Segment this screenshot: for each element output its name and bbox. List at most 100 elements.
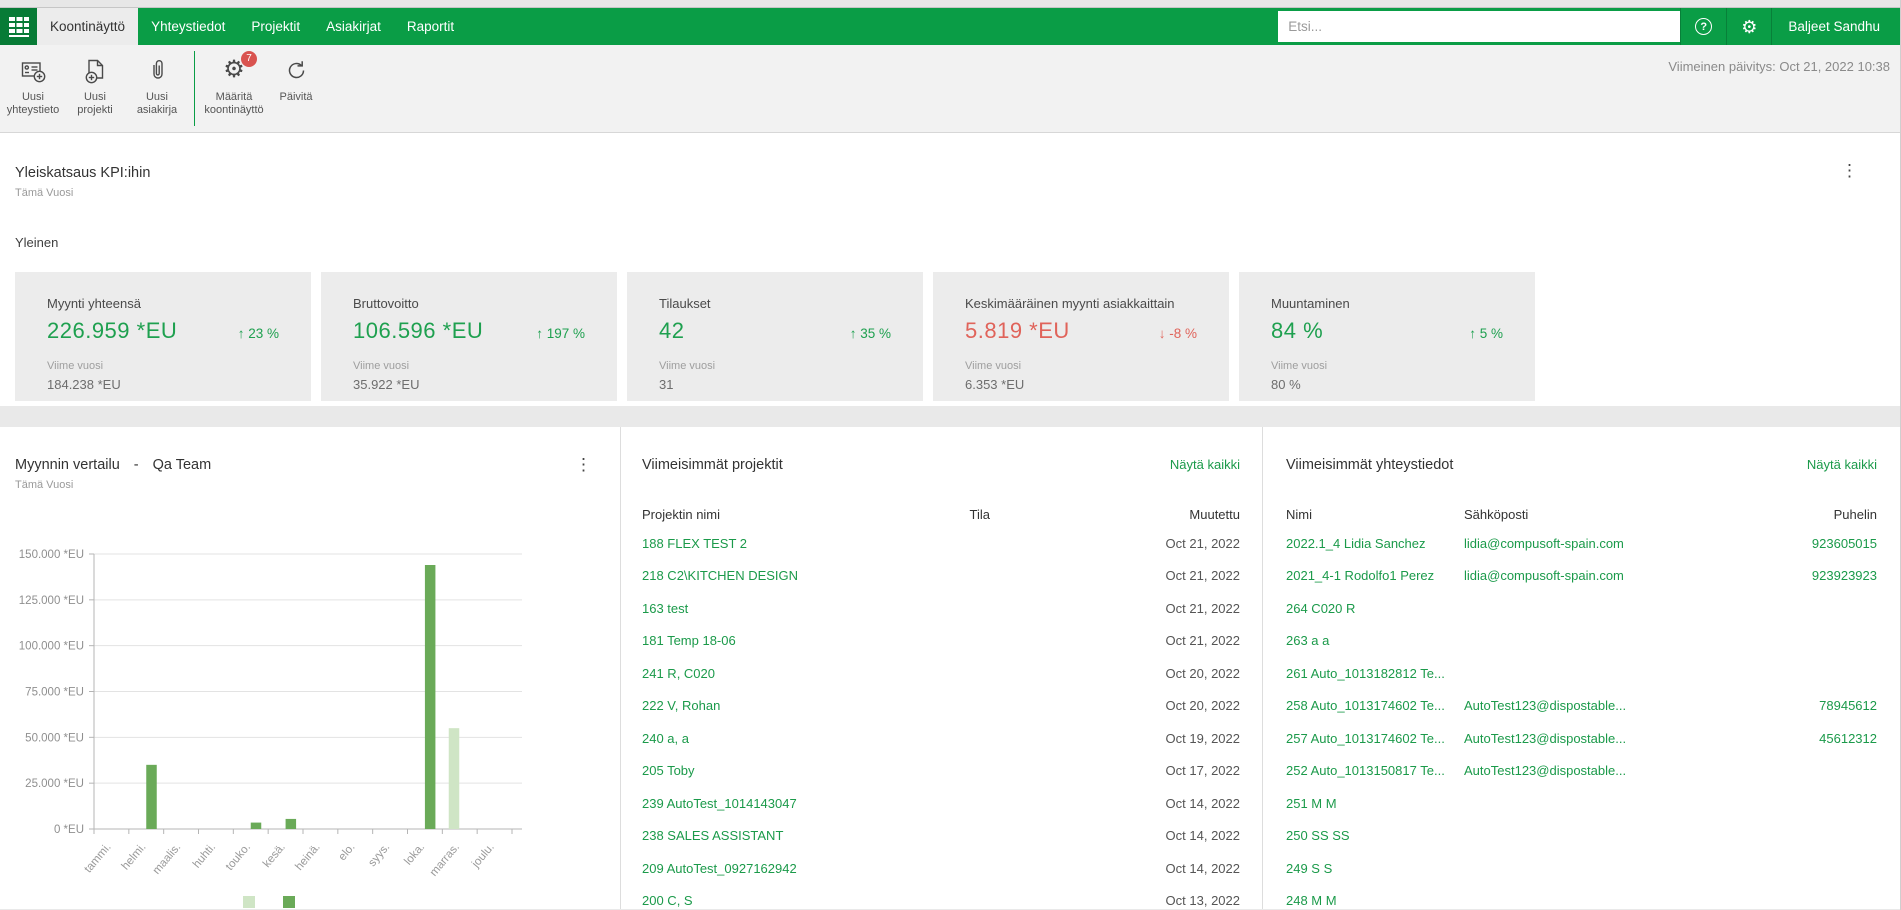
project-name-link[interactable]: 240 a, a xyxy=(642,731,830,746)
project-name-link[interactable]: 200 C, S xyxy=(642,893,830,908)
project-name-link[interactable]: 209 AutoTest_0927162942 xyxy=(642,861,830,876)
contact-name-link[interactable]: 264 C020 R xyxy=(1286,601,1456,616)
chart-bar[interactable] xyxy=(250,822,262,829)
sales-comparison-chart[interactable]: 0 *EU 25.000 *EU 50.000 *EU 75.000 *EU 100.0… xyxy=(15,542,605,910)
kpi-panel-title: Yleiskatsaus KPI:ihin xyxy=(15,165,151,181)
kpi-card-label: Tilaukset xyxy=(659,296,711,311)
chart-bar[interactable] xyxy=(424,565,436,829)
nav-tab[interactable]: Projektit xyxy=(238,8,313,45)
contact-name-link[interactable]: 261 Auto_1013182812 Te... xyxy=(1286,666,1456,681)
settings-button[interactable]: ⚙ xyxy=(1727,8,1771,45)
chart-bar[interactable] xyxy=(285,818,297,829)
x-tick-label: elo. xyxy=(336,841,357,863)
nav-tab[interactable]: Koontinäyttö xyxy=(37,8,139,45)
project-name-link[interactable]: 222 V, Rohan xyxy=(642,698,830,713)
x-tick-label: kesä. xyxy=(261,841,288,870)
contact-row: 264 C020 R xyxy=(1286,592,1877,625)
contact-name-link[interactable]: 263 a a xyxy=(1286,633,1456,648)
contact-phone[interactable]: 78945612 xyxy=(1757,698,1877,713)
nav-tab[interactable]: Yhteystiedot xyxy=(138,8,238,45)
contact-name-link[interactable]: 249 S S xyxy=(1286,861,1456,876)
project-name-link[interactable]: 205 Toby xyxy=(642,763,830,778)
help-button[interactable]: ? xyxy=(1681,8,1726,45)
x-tick-label: syys. xyxy=(366,841,392,869)
chart-bar[interactable] xyxy=(146,764,157,829)
project-name-link[interactable]: 181 Temp 18-06 xyxy=(642,633,830,648)
kpi-card-value: 84 % xyxy=(1271,318,1324,343)
project-modified-date: Oct 20, 2022 xyxy=(1165,698,1240,714)
new-contact-button[interactable]: Uusi yhteystieto xyxy=(2,45,64,132)
contact-name-link[interactable]: 2021_4-1 Rodolfo1 Perez xyxy=(1286,568,1456,583)
project-modified-date: Oct 13, 2022 xyxy=(1165,893,1240,909)
tool-label: Uusi yhteystieto xyxy=(6,91,60,116)
contact-email-link[interactable]: AutoTest123@dispostable... xyxy=(1456,731,1757,746)
nav-tab[interactable]: Raportit xyxy=(394,8,467,45)
contact-email-link[interactable]: AutoTest123@dispostable... xyxy=(1456,763,1757,778)
contacts-rows: 2022.1_4 Lidia Sanchez lidia@compusoft-s… xyxy=(1286,527,1877,910)
user-menu[interactable]: Baljeet Sandhu xyxy=(1772,19,1892,34)
contact-row: 251 M M xyxy=(1286,787,1877,820)
project-name-link[interactable]: 163 test xyxy=(642,601,830,616)
chart-menu-button[interactable]: ⋮ xyxy=(569,456,598,473)
contact-name-link[interactable]: 248 M M xyxy=(1286,893,1456,908)
x-tick-label: joulu. xyxy=(469,841,497,871)
contact-name-link[interactable]: 258 Auto_1013174602 Te... xyxy=(1286,698,1456,713)
projects-view-all-link[interactable]: Näytä kaikki xyxy=(1170,457,1240,472)
kpi-card: Bruttovoitto 106.596 *EU ↑ 197 % Viime v… xyxy=(321,272,617,401)
legend-swatch[interactable] xyxy=(283,896,295,908)
refresh-button[interactable]: Päivitä xyxy=(265,45,327,132)
trend-arrow-icon: ↑ xyxy=(536,326,543,341)
project-modified-date: Oct 21, 2022 xyxy=(1165,600,1240,616)
contact-phone[interactable]: 45612312 xyxy=(1757,731,1877,746)
project-row: 200 C, S Oct 13, 2022 xyxy=(642,885,1240,910)
project-name-link[interactable]: 238 SALES ASSISTANT xyxy=(642,828,830,843)
legend-swatch[interactable] xyxy=(243,896,255,908)
x-tick-label: marras. xyxy=(428,841,462,879)
contact-email-link[interactable]: lidia@compusoft-spain.com xyxy=(1456,568,1757,583)
new-document-button[interactable]: Uusi asiakirja xyxy=(126,45,188,132)
contact-email-link[interactable]: lidia@compusoft-spain.com xyxy=(1456,536,1757,551)
tool-label: Päivitä xyxy=(279,91,313,103)
contact-name-link[interactable]: 252 Auto_1013150817 Te... xyxy=(1286,763,1456,778)
project-name-link[interactable]: 241 R, C020 xyxy=(642,666,830,681)
chart-subtitle: Tämä Vuosi xyxy=(15,479,74,491)
paperclip-icon xyxy=(144,55,171,85)
kpi-last-year-label: Viime vuosi xyxy=(659,360,716,372)
contacts-column-headers: Nimi Sähköposti Puhelin xyxy=(1286,501,1877,527)
project-row: 240 a, a Oct 19, 2022 xyxy=(642,722,1240,755)
chart-bar[interactable] xyxy=(448,728,460,829)
x-tick-label: maalis. xyxy=(151,841,184,877)
chart-title-separator: - xyxy=(133,457,139,473)
project-modified-date: Oct 19, 2022 xyxy=(1165,730,1240,746)
contact-name-link[interactable]: 2022.1_4 Lidia Sanchez xyxy=(1286,536,1456,551)
project-name-link[interactable]: 239 AutoTest_1014143047 xyxy=(642,796,830,811)
trend-arrow-icon: ↑ xyxy=(1469,326,1476,341)
configure-dashboard-button[interactable]: ⚙ 7 Määritä koontinäyttö xyxy=(203,45,265,132)
contact-email-link[interactable]: AutoTest123@dispostable... xyxy=(1456,698,1757,713)
column-header: Projektin nimi xyxy=(642,506,721,522)
contact-phone[interactable]: 923605015 xyxy=(1757,536,1877,551)
project-name-link[interactable]: 218 C2\KITCHEN DESIGN xyxy=(642,568,830,583)
contact-name-link[interactable]: 250 SS SS xyxy=(1286,828,1456,843)
contacts-view-all-link[interactable]: Näytä kaikki xyxy=(1807,457,1877,472)
project-modified-date: Oct 14, 2022 xyxy=(1165,828,1240,844)
refresh-icon xyxy=(283,55,310,85)
app-logo[interactable] xyxy=(0,8,37,45)
project-row: 241 R, C020 Oct 20, 2022 xyxy=(642,657,1240,690)
contact-name-link[interactable]: 257 Auto_1013174602 Te... xyxy=(1286,731,1456,746)
kpi-card-value-row: 42 ↑ 35 % xyxy=(659,318,903,344)
project-name-link[interactable]: 188 FLEX TEST 2 xyxy=(642,536,830,551)
contact-row: 250 SS SS xyxy=(1286,820,1877,853)
nav-tab[interactable]: Asiakirjat xyxy=(313,8,394,45)
project-row: 239 AutoTest_1014143047 Oct 14, 2022 xyxy=(642,787,1240,820)
contact-name-link[interactable]: 251 M M xyxy=(1286,796,1456,811)
new-project-button[interactable]: Uusi projekti xyxy=(64,45,126,132)
kpi-menu-button[interactable]: ⋮ xyxy=(1835,162,1864,179)
kpi-card-delta: ↑ 197 % xyxy=(536,326,585,341)
project-modified-date: Oct 21, 2022 xyxy=(1165,535,1240,551)
project-row: 218 C2\KITCHEN DESIGN Oct 21, 2022 xyxy=(642,560,1240,593)
search-input[interactable] xyxy=(1278,11,1681,42)
contact-row: 258 Auto_1013174602 Te... AutoTest123@di… xyxy=(1286,690,1877,723)
contact-phone[interactable]: 923923923 xyxy=(1757,568,1877,583)
project-row: 188 FLEX TEST 2 Oct 21, 2022 xyxy=(642,527,1240,560)
